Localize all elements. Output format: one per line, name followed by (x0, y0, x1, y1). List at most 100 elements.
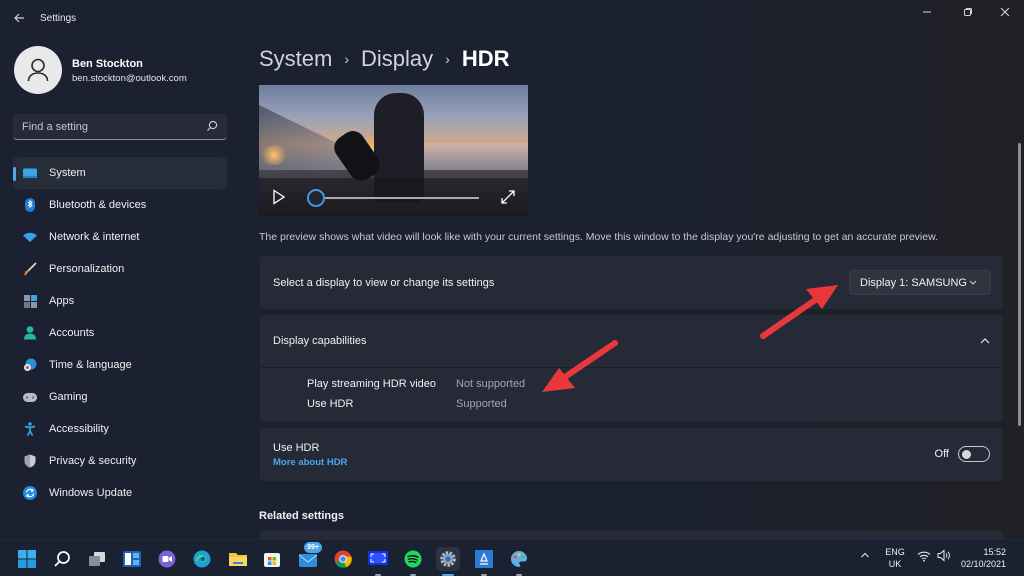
chevron-up-icon[interactable] (979, 336, 991, 346)
update-icon (23, 486, 37, 500)
chevron-up-icon[interactable] (860, 550, 870, 560)
related-settings-heading: Related settings (259, 510, 344, 522)
shield-icon (23, 454, 37, 468)
taskbar-store[interactable] (260, 547, 284, 571)
taskbar-search[interactable] (50, 547, 74, 571)
spotify-icon (404, 550, 422, 568)
search-icon[interactable] (206, 120, 218, 132)
sidebar-item-apps[interactable]: Apps (13, 285, 227, 317)
use-hdr-label: Use HDR (273, 442, 320, 454)
taskbar-spotify[interactable] (401, 547, 425, 576)
capability-name: Play streaming HDR video (307, 378, 436, 390)
toggle-state-label: Off (934, 448, 949, 460)
hdr-video-preview (259, 85, 528, 216)
edge-icon (193, 550, 211, 568)
sidebar-item-label: Privacy & security (49, 455, 137, 467)
sidebar-item-label: Personalization (49, 263, 125, 275)
task-view-icon (89, 552, 105, 566)
file-explorer-icon (229, 553, 247, 566)
clock-date: 02/10/2021 (960, 559, 1006, 569)
sidebar-item-label: Time & language (49, 359, 132, 371)
avatar[interactable] (14, 46, 62, 94)
sidebar-item-label: Accounts (49, 327, 95, 339)
display-dropdown[interactable]: Display 1: SAMSUNG (849, 270, 991, 295)
seek-thumb[interactable] (307, 189, 325, 207)
title-bar: Settings (0, 0, 1024, 38)
sidebar-item-bluetooth[interactable]: Bluetooth & devices (13, 189, 227, 221)
chevron-down-icon (969, 280, 977, 285)
fullscreen-icon[interactable] (500, 189, 516, 205)
sidebar-item-network[interactable]: Network & internet (13, 221, 227, 253)
display-capabilities-header[interactable]: Display capabilities (260, 315, 1003, 368)
breadcrumb-system[interactable]: System (259, 46, 332, 72)
sidebar-item-personalization[interactable]: Personalization (13, 253, 227, 285)
taskbar-remote-desktop[interactable] (366, 547, 390, 576)
display-select-card: Select a display to view or change its s… (260, 256, 1003, 309)
brush-icon (23, 262, 37, 276)
user-name: Ben Stockton (72, 58, 143, 70)
close-icon (1000, 7, 1010, 17)
system-icon (23, 166, 37, 180)
toggle-knob (962, 449, 971, 459)
sidebar-item-label: Accessibility (49, 423, 109, 435)
more-about-hdr-link[interactable]: More about HDR (273, 457, 347, 468)
scrollbar[interactable] (1018, 143, 1021, 426)
display-dropdown-value: Display 1: SAMSUNG (860, 276, 967, 289)
language-region: UK (888, 559, 902, 569)
display-capabilities-card: Display capabilities Play streaming HDR … (260, 315, 1003, 422)
display-capabilities-title: Display capabilities (273, 335, 367, 347)
sidebar-item-accounts[interactable]: Accounts (13, 317, 227, 349)
taskbar: 99+ (0, 539, 1024, 576)
capability-value: Supported (456, 398, 507, 410)
sidebar-item-time-language[interactable]: Time & language (13, 349, 227, 381)
use-hdr-toggle[interactable] (958, 446, 990, 462)
taskbar-start[interactable] (15, 547, 39, 571)
sidebar-item-windows-update[interactable]: Windows Update (13, 477, 227, 509)
apps-icon (23, 294, 37, 308)
capability-name: Use HDR (307, 398, 354, 410)
taskbar-file-explorer[interactable] (226, 547, 250, 571)
minimize-button[interactable] (914, 6, 940, 22)
sidebar-item-label: Gaming (49, 391, 88, 403)
azure-app-icon (475, 550, 493, 568)
taskbar-task-view[interactable] (85, 547, 109, 571)
search-input[interactable] (22, 119, 202, 135)
seek-bar[interactable] (316, 197, 479, 199)
back-button[interactable] (10, 10, 28, 28)
sidebar-item-label: Windows Update (49, 487, 133, 499)
bluetooth-icon (23, 198, 37, 212)
back-arrow-icon (14, 13, 24, 23)
restore-button[interactable] (955, 6, 981, 22)
wifi-icon (23, 230, 37, 244)
video-controls (259, 178, 528, 216)
close-button[interactable] (992, 6, 1018, 22)
taskbar-paint[interactable] (507, 547, 531, 576)
sidebar-nav: System Bluetooth & devices Network & int… (13, 157, 227, 509)
breadcrumb-separator: › (344, 51, 350, 67)
sidebar-item-label: Apps (49, 295, 75, 307)
chrome-icon (334, 550, 352, 568)
search-box[interactable] (13, 114, 227, 140)
taskbar-azure-app[interactable] (472, 547, 496, 576)
taskbar-edge[interactable] (190, 547, 214, 571)
language-indicator[interactable]: ENG UK (880, 546, 910, 570)
breadcrumb: System › Display › HDR (259, 46, 510, 72)
start-icon (18, 550, 36, 568)
sidebar-item-gaming[interactable]: Gaming (13, 381, 227, 413)
taskbar-chrome[interactable] (331, 547, 355, 571)
clock[interactable]: 15:52 02/10/2021 (956, 546, 1020, 570)
play-icon[interactable] (272, 189, 286, 205)
taskbar-mail[interactable]: 99+ (296, 542, 322, 571)
sidebar-item-accessibility[interactable]: Accessibility (13, 413, 227, 445)
taskbar-teams-chat[interactable] (155, 547, 179, 571)
sidebar-item-system[interactable]: System (13, 157, 227, 189)
app-title: Settings (40, 13, 77, 24)
minimize-icon (923, 11, 931, 13)
taskbar-settings[interactable] (436, 547, 460, 576)
teams-chat-icon (158, 550, 176, 568)
taskbar-widgets[interactable] (120, 547, 144, 571)
volume-icon[interactable] (937, 549, 951, 562)
sidebar-item-privacy[interactable]: Privacy & security (13, 445, 227, 477)
wifi-icon[interactable] (917, 550, 931, 562)
breadcrumb-display[interactable]: Display (361, 46, 433, 72)
